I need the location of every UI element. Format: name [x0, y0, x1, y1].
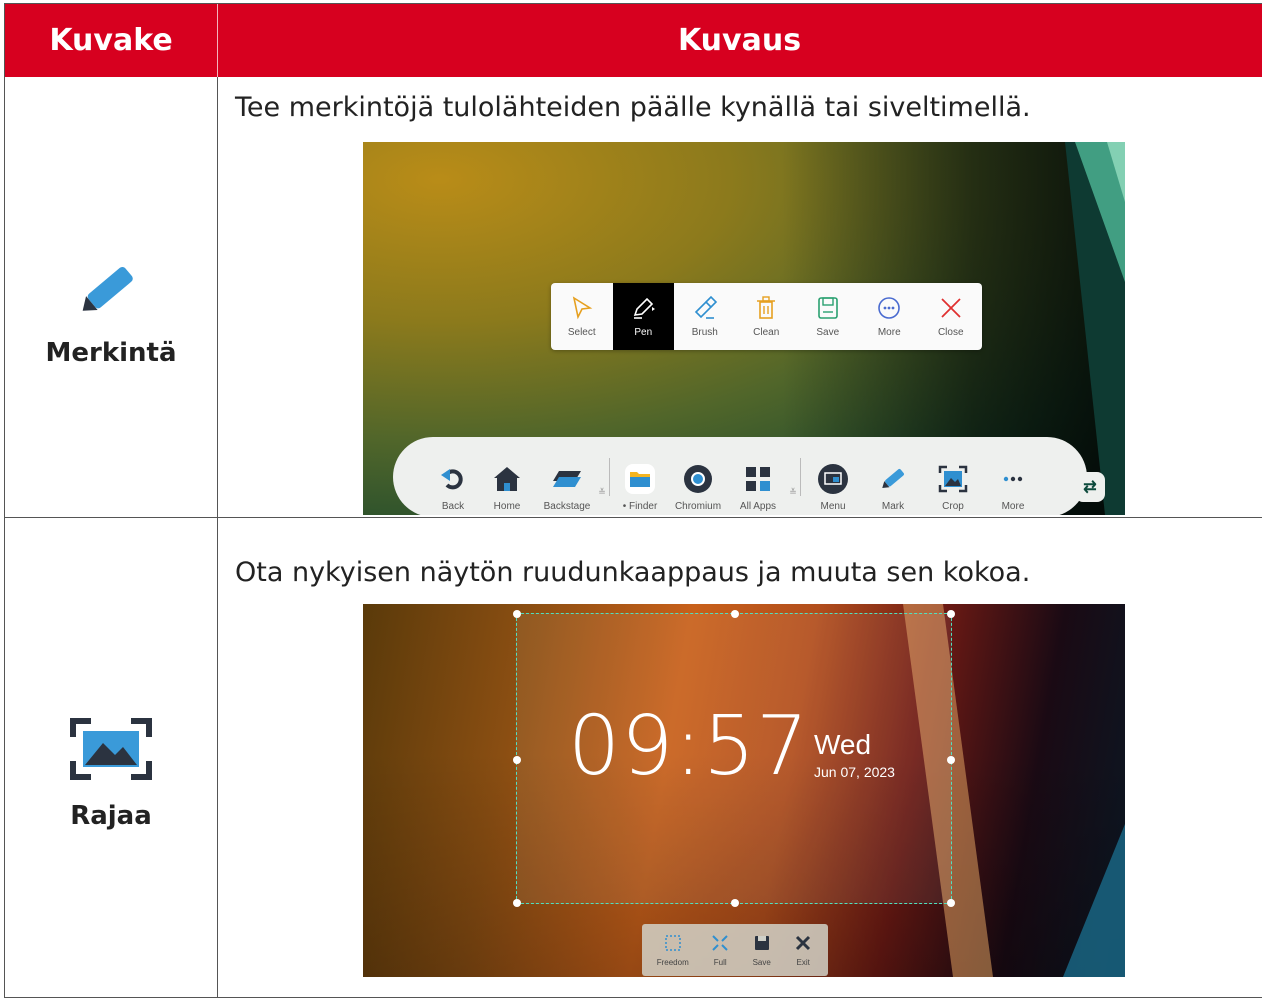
trash-icon: [757, 296, 776, 319]
chromium-icon: [684, 465, 712, 493]
pen-icon: [82, 266, 133, 311]
save-icon: [754, 936, 769, 950]
row-rajaa-label: Rajaa: [70, 801, 152, 831]
crop-freedom-label: Freedom: [656, 958, 689, 967]
row-divider: [5, 517, 1262, 518]
crop-save-button[interactable]: Save: [752, 933, 772, 967]
dock-separator: [609, 458, 610, 496]
clock-day: Wed: [814, 729, 872, 760]
chevron-down-icon[interactable]: ≚: [597, 487, 607, 498]
annotation-screenshot: Select Pen Brush Clean Save More Close B…: [363, 142, 1125, 515]
row-rajaa-icon-cell: Rajaa: [5, 717, 217, 831]
table-header: Kuvake Kuvaus: [5, 4, 1262, 77]
header-icon-column: Kuvake: [49, 23, 173, 58]
crop-full-label: Full: [713, 958, 727, 967]
dock-mark-label: Mark: [881, 501, 905, 512]
close-icon: [941, 298, 961, 318]
dock-back-label: Back: [441, 501, 465, 512]
crop-handle[interactable]: [513, 899, 521, 907]
tool-close[interactable]: Close: [920, 283, 982, 350]
row-merkinta-icon-cell: Merkintä: [5, 256, 217, 368]
tool-clean[interactable]: Clean: [736, 283, 798, 350]
dock-backstage-label: Backstage: [543, 501, 591, 512]
crop-handle[interactable]: [947, 899, 955, 907]
crop-handle[interactable]: [513, 756, 521, 764]
dock-crop[interactable]: Crop: [923, 442, 983, 512]
tool-select-label: Select: [567, 327, 596, 338]
grid-icon: [746, 467, 770, 491]
column-divider: [217, 77, 218, 998]
tool-save[interactable]: Save: [797, 283, 859, 350]
clock-time: 09:57: [568, 699, 810, 794]
crop-exit-label: Exit: [796, 958, 810, 967]
swap-icon[interactable]: ⇄: [1075, 472, 1105, 502]
more-dots-icon: [1003, 476, 1023, 482]
pen-icon: [882, 469, 904, 488]
crop-handle[interactable]: [731, 899, 739, 907]
crop-exit-button[interactable]: Exit: [793, 933, 813, 967]
close-icon: [796, 935, 811, 951]
tool-pen[interactable]: Pen: [612, 283, 674, 350]
row-merkinta-label: Merkintä: [45, 338, 177, 368]
menu-icon: [818, 464, 848, 494]
clock-date: Jun 07, 2023: [814, 764, 895, 780]
folder-icon: [625, 464, 655, 494]
crop-icon: [938, 465, 968, 493]
dock-chromium[interactable]: Chromium: [668, 442, 728, 512]
feature-table: Kuvake Kuvaus Merkintä Tee merkintöjä tu…: [4, 3, 1262, 998]
crop-toolbar: Freedom Full Save Exit: [642, 924, 828, 976]
tool-clean-label: Clean: [753, 327, 780, 338]
save-icon: [817, 297, 838, 319]
tool-brush-label: Brush: [691, 327, 718, 338]
crop-icon: [70, 718, 152, 780]
crop-save-label: Save: [752, 958, 771, 967]
dock-more[interactable]: More: [983, 442, 1043, 512]
pen-icon: [634, 297, 656, 319]
dock-home[interactable]: Home: [477, 442, 537, 512]
dock-bar: Back Home Backstage ≚ • Finder Chromium: [393, 437, 1087, 515]
dock-menu-label: Menu: [820, 501, 846, 512]
row-rajaa-description: Ota nykyisen näytön ruudunkaappaus ja mu…: [235, 557, 1031, 588]
crop-handle[interactable]: [513, 610, 521, 618]
dock-finder-label: • Finder: [622, 501, 658, 512]
more-circle-icon: [878, 297, 901, 319]
crop-handle[interactable]: [947, 610, 955, 618]
header-description-column: Kuvaus: [677, 23, 802, 58]
back-icon: [441, 469, 463, 490]
crop-handle[interactable]: [731, 610, 739, 618]
dock-mark[interactable]: Mark: [863, 442, 923, 512]
tool-brush[interactable]: Brush: [674, 283, 736, 350]
crop-full-button[interactable]: Full: [710, 933, 730, 967]
crop-handle[interactable]: [947, 756, 955, 764]
dock-back[interactable]: Back: [429, 442, 477, 512]
row-merkinta-description: Tee merkintöjä tulolähteiden päälle kynä…: [235, 92, 1031, 123]
annotation-toolbar: Select Pen Brush Clean Save More Close: [551, 283, 982, 350]
crop-screenshot: 09:57 Wed Jun 07, 2023 Freedom Full Save…: [363, 604, 1125, 977]
dock-backstage[interactable]: Backstage: [537, 442, 597, 512]
dock-more-label: More: [1001, 501, 1025, 512]
cursor-icon: [572, 296, 593, 320]
chevron-down-icon[interactable]: ≚: [788, 487, 798, 498]
tool-pen-label: Pen: [634, 327, 653, 338]
dock-all-apps-label: All Apps: [739, 501, 777, 512]
dock-crop-label: Crop: [942, 501, 964, 512]
brush-icon: [694, 295, 717, 319]
dock-all-apps[interactable]: All Apps: [728, 442, 788, 512]
backstage-icon: [553, 471, 581, 487]
tool-more[interactable]: More: [859, 283, 921, 350]
dock-menu[interactable]: Menu: [803, 442, 863, 512]
freedom-icon: [664, 935, 681, 951]
dock-chromium-label: Chromium: [674, 501, 722, 512]
tool-save-label: Save: [816, 327, 840, 338]
tool-close-label: Close: [937, 327, 964, 338]
dock-home-label: Home: [493, 501, 521, 512]
dock-finder[interactable]: • Finder: [612, 442, 668, 512]
tool-select[interactable]: Select: [551, 283, 613, 350]
dock-separator: [800, 458, 801, 496]
home-icon: [494, 467, 520, 491]
fullscreen-icon: [712, 935, 728, 951]
tool-more-label: More: [877, 327, 901, 338]
crop-freedom-button[interactable]: Freedom: [657, 933, 689, 967]
